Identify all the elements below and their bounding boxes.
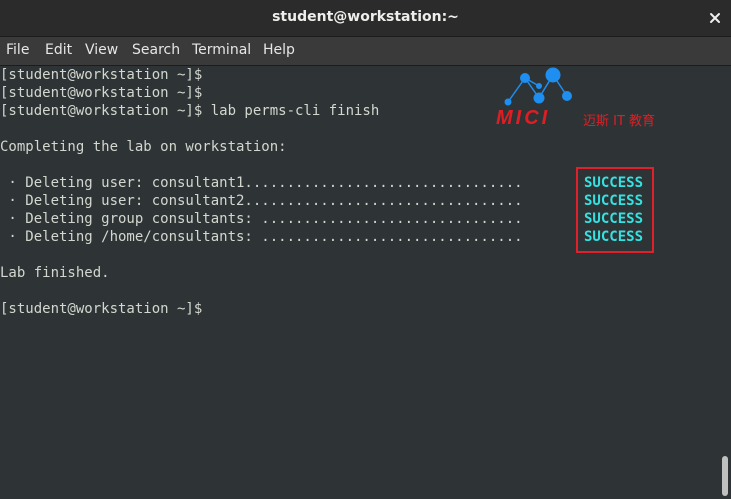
terminal-line: [student@workstation ~]$ lab perms-cli f… — [0, 103, 380, 119]
menu-terminal[interactable]: Terminal — [192, 42, 251, 58]
terminal-line: · Deleting group consultants: ..........… — [0, 211, 523, 227]
menu-help[interactable]: Help — [263, 42, 295, 58]
menu-search[interactable]: Search — [132, 42, 180, 58]
terminal-line: [student@workstation ~]$ — [0, 301, 203, 317]
title-bar[interactable]: student@workstation:~ — [0, 0, 731, 37]
terminal-line: · Deleting user: consultant2............… — [0, 193, 523, 209]
window-title: student@workstation:~ — [272, 9, 459, 25]
close-icon[interactable] — [707, 10, 723, 26]
scrollbar-thumb[interactable] — [722, 456, 728, 496]
menu-view[interactable]: View — [85, 42, 118, 58]
terminal-window: student@workstation:~ File Edit View Sea… — [0, 0, 731, 499]
terminal-line: · Deleting /home/consultants: ..........… — [0, 229, 523, 245]
menu-bar: File Edit View Search Terminal Help — [0, 37, 731, 66]
terminal-line: Completing the lab on workstation: — [0, 139, 287, 155]
menu-edit[interactable]: Edit — [45, 42, 72, 58]
terminal-line: · Deleting user: consultant1............… — [0, 175, 523, 191]
watermark-wordmark: MICI — [496, 107, 551, 129]
watermark-logo: MICI 迈斯 IT 教育 — [496, 66, 676, 129]
terminal-output[interactable]: [student@workstation ~]$ [student@workst… — [0, 66, 716, 499]
terminal-line: [student@workstation ~]$ — [0, 85, 203, 101]
watermark-tagline: 迈斯 IT 教育 — [583, 114, 656, 129]
success-highlight-box — [576, 167, 654, 253]
vertical-scrollbar[interactable] — [716, 66, 731, 499]
terminal-line: [student@workstation ~]$ — [0, 67, 203, 83]
menu-file[interactable]: File — [6, 42, 29, 58]
terminal-line: Lab finished. — [0, 265, 110, 281]
